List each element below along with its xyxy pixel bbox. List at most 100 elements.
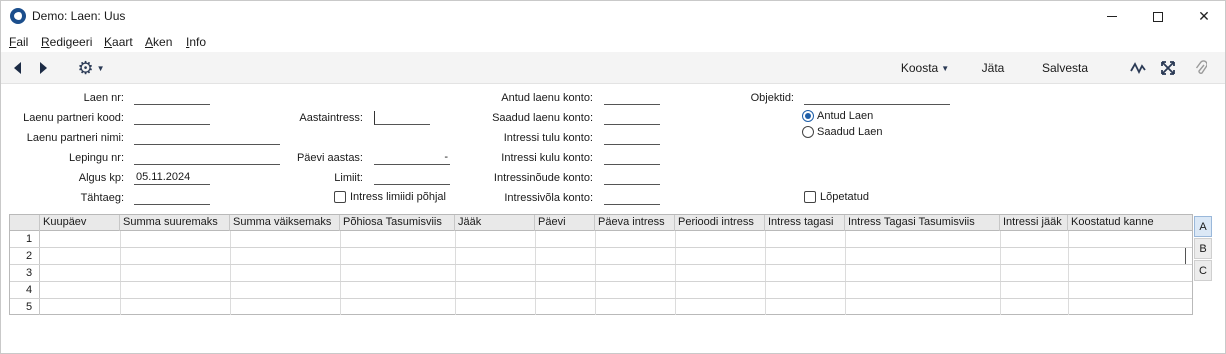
grid-cell[interactable] [340,248,341,264]
radio-antud-laen[interactable]: Antud Laen [802,110,873,122]
grid-cell[interactable] [535,299,536,315]
grid-cell[interactable] [675,265,676,281]
grid-cell[interactable] [340,231,341,247]
grid-cell[interactable] [455,265,456,281]
grid-cell[interactable] [675,231,676,247]
grid-cell[interactable] [340,265,341,281]
grid-cell[interactable] [845,231,846,247]
grid-cell[interactable] [535,265,536,281]
grid-cell[interactable] [1000,248,1001,264]
grid-cell[interactable] [1000,265,1001,281]
salvesta-button[interactable]: Salvesta [1035,52,1095,84]
grid-cell[interactable] [230,265,231,281]
side-tab-a[interactable]: A [1194,216,1212,237]
partneri-nimi-field[interactable] [134,131,280,145]
col-header-summa-suuremaks[interactable]: Summa suuremaks [120,215,230,231]
menu-aken[interactable]: Aken [145,35,172,49]
grid-cell[interactable] [845,299,846,315]
grid-cell[interactable] [845,265,846,281]
radio-saadud-laen[interactable]: Saadud Laen [802,126,882,138]
col-header-paevi[interactable]: Päevi [535,215,595,231]
next-record-button[interactable] [33,52,53,84]
grid-cell[interactable] [1000,231,1001,247]
antud-konto-field[interactable] [604,91,660,105]
grid-scroll-indicator[interactable] [1185,248,1186,264]
grid-cell[interactable] [765,248,766,264]
activity-button[interactable] [1127,52,1149,84]
menu-fail[interactable]: Fail [9,35,28,49]
table-row[interactable]: 2 [10,248,1192,265]
minimize-button[interactable] [1089,1,1135,32]
grid-cell[interactable] [595,265,596,281]
col-header-intressi-jaak[interactable]: Intressi jääk [1000,215,1068,231]
grid-cell[interactable] [845,282,846,298]
attachments-button[interactable] [1190,52,1212,84]
intress-limiidi-checkbox[interactable]: Intress limiidi põhjal [334,191,446,203]
grid-cell[interactable] [595,248,596,264]
grid-cell[interactable] [1068,282,1069,298]
col-header-kuupaev[interactable]: Kuupäev [40,215,120,231]
grid-cell[interactable] [340,282,341,298]
grid-cell[interactable] [120,282,121,298]
grid-cell[interactable] [765,265,766,281]
kulu-konto-field[interactable] [604,151,660,165]
noude-konto-field[interactable] [604,171,660,185]
grid-cell[interactable] [595,299,596,315]
grid-cell[interactable] [1068,231,1069,247]
grid-cell[interactable] [1068,299,1069,315]
grid-cell[interactable] [455,248,456,264]
grid-cell[interactable] [1068,248,1069,264]
tulu-konto-field[interactable] [604,131,660,145]
paevi-aastas-field[interactable]: - [374,151,450,165]
vola-konto-field[interactable] [604,191,660,205]
grid-cell[interactable] [230,231,231,247]
grid-cell[interactable] [455,231,456,247]
col-header-koostatud-kanne[interactable]: Koostatud kanne [1068,215,1178,231]
grid-cell[interactable] [230,282,231,298]
grid-cell[interactable] [675,248,676,264]
menu-kaart[interactable]: Kaart [104,35,133,49]
grid-cell[interactable] [595,231,596,247]
grid-cell[interactable] [765,282,766,298]
menu-info[interactable]: Info [186,35,206,49]
operations-menu-button[interactable]: ⚙ ▼ [73,52,109,84]
grid-cell[interactable] [535,248,536,264]
koosta-button[interactable]: Koosta ▼ [894,52,956,84]
col-header-intress-tagasi-tasumisviis[interactable]: Intress Tagasi Tasumisviis [845,215,1000,231]
col-header-jaak[interactable]: Jääk [455,215,535,231]
tahtaeg-field[interactable] [134,191,210,205]
grid-cell[interactable] [765,231,766,247]
grid-cell[interactable] [675,299,676,315]
grid-cell[interactable] [765,299,766,315]
grid-cell[interactable] [120,248,121,264]
grid-cell[interactable] [120,231,121,247]
grid-cell[interactable] [1000,282,1001,298]
algus-kp-field[interactable]: 05.11.2024 [134,171,210,185]
col-header-paeva-intress[interactable]: Päeva intress [595,215,675,231]
grid-cell[interactable] [845,248,846,264]
grid-cell[interactable] [1000,299,1001,315]
partneri-kood-field[interactable] [134,111,210,125]
grid-cell[interactable] [455,299,456,315]
table-row[interactable]: 5 [10,299,1192,316]
grid-cell[interactable] [120,265,121,281]
side-tab-b[interactable]: B [1194,238,1212,259]
table-row[interactable]: 3 [10,265,1192,282]
table-row[interactable]: 4 [10,282,1192,299]
lepingu-nr-field[interactable] [134,151,280,165]
grid-cell[interactable] [455,282,456,298]
col-header-pohiosa-tasumisviis[interactable]: Põhiosa Tasumisviis [340,215,455,231]
close-button[interactable]: ✕ [1181,1,1226,32]
previous-record-button[interactable] [7,52,27,84]
laen-nr-field[interactable] [134,91,210,105]
table-row[interactable]: 1 [10,231,1192,248]
side-tab-c[interactable]: C [1194,260,1212,281]
grid-cell[interactable] [675,282,676,298]
limiit-field[interactable] [374,171,450,185]
grid-cell[interactable] [595,282,596,298]
grid-cell[interactable] [535,282,536,298]
jata-button[interactable]: Jäta [973,52,1013,84]
maximize-button[interactable] [1135,1,1181,32]
aastaintress-field[interactable] [374,111,430,125]
grid-cell[interactable] [535,231,536,247]
